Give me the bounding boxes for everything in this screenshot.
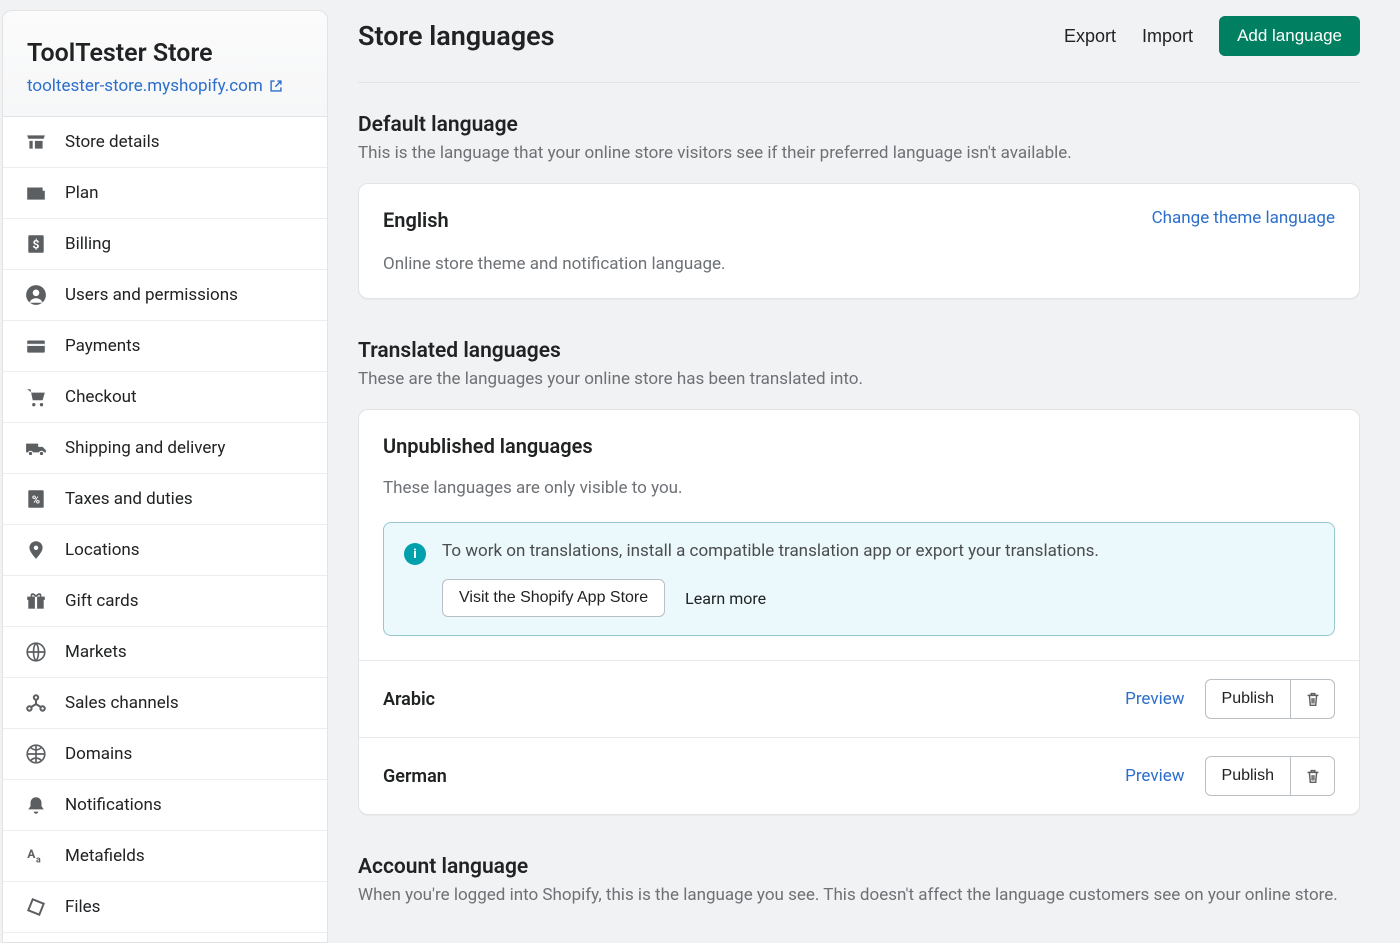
sidebar-item-label: Sales channels <box>65 693 179 713</box>
section-title: Default language <box>358 113 1360 137</box>
gift-icon <box>25 590 47 612</box>
header-actions: Export Import Add language <box>1064 16 1360 56</box>
change-theme-language-link[interactable]: Change theme language <box>1152 208 1335 228</box>
channels-icon <box>25 692 47 714</box>
external-link-icon <box>269 79 283 93</box>
sidebar-item-label: Files <box>65 897 100 917</box>
wallet-icon <box>25 182 47 204</box>
default-language-card: English Change theme language Online sto… <box>358 183 1360 299</box>
sidebar-item-taxes[interactable]: % Taxes and duties <box>3 474 327 525</box>
page-title: Store languages <box>358 20 555 52</box>
add-language-button[interactable]: Add language <box>1219 16 1360 56</box>
sidebar-item-billing[interactable]: $ Billing <box>3 219 327 270</box>
truck-icon <box>25 437 47 459</box>
sidebar-item-label: Metafields <box>65 846 145 866</box>
language-row-german: German Preview Publish <box>359 737 1359 814</box>
translated-languages-section: Translated languages These are the langu… <box>358 339 1360 815</box>
section-title: Translated languages <box>358 339 1360 363</box>
info-icon: i <box>404 543 426 565</box>
delete-button[interactable] <box>1291 679 1335 719</box>
sidebar-item-markets[interactable]: Markets <box>3 627 327 678</box>
metafields-icon: Aa <box>25 845 47 867</box>
cart-icon <box>25 386 47 408</box>
learn-more-link[interactable]: Learn more <box>685 589 766 608</box>
sidebar-item-label: Billing <box>65 234 111 254</box>
sidebar-item-label: Shipping and delivery <box>65 438 225 458</box>
sidebar-item-label: Users and permissions <box>65 285 238 305</box>
page-header: Store languages Export Import Add langua… <box>358 16 1360 83</box>
store-icon <box>25 131 47 153</box>
section-description: This is the language that your online st… <box>358 143 1360 163</box>
settings-sidebar: ToolTester Store tooltester-store.myshop… <box>2 10 328 943</box>
info-banner-text: To work on translations, install a compa… <box>442 541 1099 561</box>
globe-icon <box>25 641 47 663</box>
unpublished-description: These languages are only visible to you. <box>383 478 1335 498</box>
visit-app-store-button[interactable]: Visit the Shopify App Store <box>442 579 665 617</box>
default-language-description: Online store theme and notification lang… <box>383 254 1335 274</box>
unpublished-languages-card: Unpublished languages These languages ar… <box>358 409 1360 815</box>
card-icon <box>25 335 47 357</box>
sidebar-item-label: Locations <box>65 540 140 560</box>
files-icon <box>25 896 47 918</box>
sidebar-item-label: Gift cards <box>65 591 139 611</box>
sidebar-item-label: Payments <box>65 336 140 356</box>
sidebar-item-locations[interactable]: Locations <box>3 525 327 576</box>
svg-text:A: A <box>27 847 36 861</box>
language-name: German <box>383 766 447 787</box>
sidebar-item-shipping[interactable]: Shipping and delivery <box>3 423 327 474</box>
default-language-section: Default language This is the language th… <box>358 113 1360 299</box>
svg-text:%: % <box>32 493 40 506</box>
store-url-link[interactable]: tooltester-store.myshopify.com <box>27 76 283 96</box>
pin-icon <box>25 539 47 561</box>
user-icon <box>25 284 47 306</box>
sidebar-item-files[interactable]: Files <box>3 882 327 933</box>
section-description: When you're logged into Shopify, this is… <box>358 885 1360 905</box>
publish-button[interactable]: Publish <box>1205 756 1291 796</box>
sidebar-item-label: Domains <box>65 744 132 764</box>
sidebar-item-label: Store details <box>65 132 159 152</box>
sidebar-item-payments[interactable]: Payments <box>3 321 327 372</box>
sidebar-header: ToolTester Store tooltester-store.myshop… <box>3 11 327 117</box>
domain-icon <box>25 743 47 765</box>
account-language-section: Account language When you're logged into… <box>358 855 1360 905</box>
trash-icon <box>1304 690 1322 708</box>
default-language-name: English <box>383 208 449 232</box>
sidebar-item-gift-cards[interactable]: Gift cards <box>3 576 327 627</box>
sidebar-item-label: Taxes and duties <box>65 489 193 509</box>
sidebar-item-label: Checkout <box>65 387 137 407</box>
language-row-arabic: Arabic Preview Publish <box>359 660 1359 737</box>
sidebar-item-notifications[interactable]: Notifications <box>3 780 327 831</box>
sidebar-item-label: Markets <box>65 642 127 662</box>
sidebar-item-metafields[interactable]: Aa Metafields <box>3 831 327 882</box>
bell-icon <box>25 794 47 816</box>
trash-icon <box>1304 767 1322 785</box>
delete-button[interactable] <box>1291 756 1335 796</box>
preview-link[interactable]: Preview <box>1125 766 1184 786</box>
preview-link[interactable]: Preview <box>1125 689 1184 709</box>
sidebar-item-domains[interactable]: Domains <box>3 729 327 780</box>
main-content: Store languages Export Import Add langua… <box>328 0 1400 943</box>
section-description: These are the languages your online stor… <box>358 369 1360 389</box>
sidebar-item-label: Notifications <box>65 795 162 815</box>
info-banner: i To work on translations, install a com… <box>383 522 1335 636</box>
sidebar-item-store-details[interactable]: Store details <box>3 117 327 168</box>
sidebar-item-plan[interactable]: Plan <box>3 168 327 219</box>
sidebar-item-sales-channels[interactable]: Sales channels <box>3 678 327 729</box>
percent-icon: % <box>25 488 47 510</box>
export-button[interactable]: Export <box>1064 26 1116 47</box>
dollar-icon: $ <box>25 233 47 255</box>
store-url-text: tooltester-store.myshopify.com <box>27 76 263 96</box>
store-title: ToolTester Store <box>27 39 303 68</box>
sidebar-item-label: Plan <box>65 183 99 203</box>
svg-text:a: a <box>36 856 41 866</box>
language-name: Arabic <box>383 689 435 710</box>
sidebar-item-users[interactable]: Users and permissions <box>3 270 327 321</box>
publish-button[interactable]: Publish <box>1205 679 1291 719</box>
sidebar-item-checkout[interactable]: Checkout <box>3 372 327 423</box>
sidebar-list: Store details Plan $ Billing Users and p… <box>3 117 327 933</box>
import-button[interactable]: Import <box>1142 26 1193 47</box>
unpublished-title: Unpublished languages <box>383 434 1335 458</box>
svg-text:$: $ <box>33 237 40 251</box>
section-title: Account language <box>358 855 1360 879</box>
